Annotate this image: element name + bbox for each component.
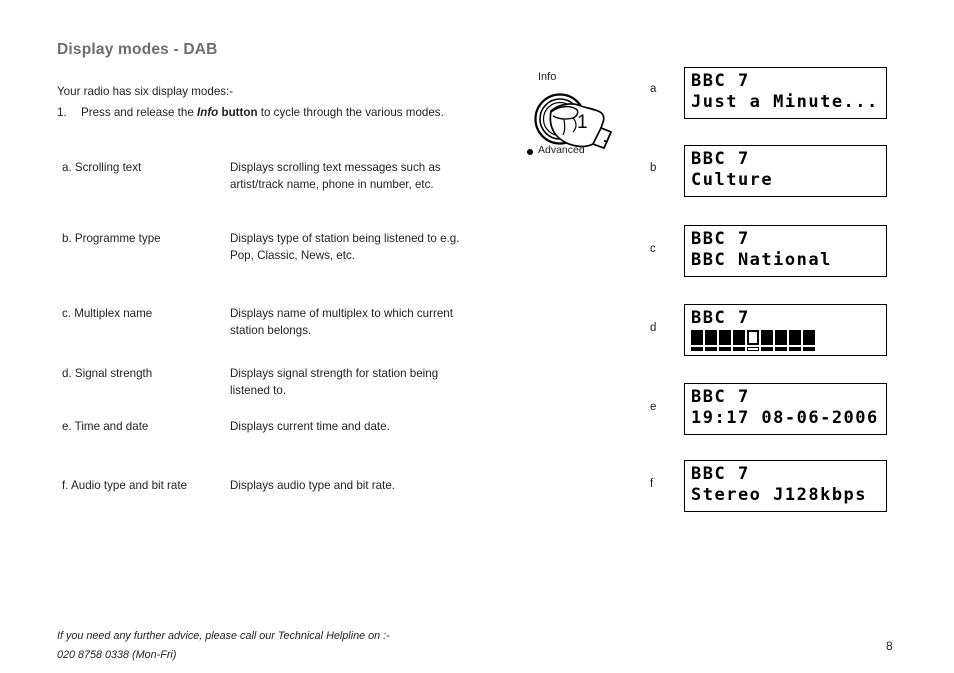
mode-description: Displays name of multiplex to which curr…	[230, 307, 453, 337]
lcd-line-content: Just a Minute...	[691, 92, 879, 112]
lcd-display-time-date: BBC 7 19:17 08-06-2006	[684, 383, 887, 435]
display-letter-d: d	[650, 322, 657, 334]
intro-lead-text: Your radio has six display modes:-	[57, 85, 234, 98]
lcd-display-programme-type: BBC 7 Culture	[684, 145, 887, 197]
step-text: Press and release the Info button to cyc…	[81, 104, 467, 121]
signal-bar-cell	[733, 330, 745, 351]
lcd-line-station: BBC 7	[691, 387, 750, 407]
mode-label: e. Time and date	[62, 420, 149, 433]
mode-label: c. Multiplex name	[62, 307, 153, 320]
signal-bar-block	[719, 330, 731, 345]
signal-bar-foot	[747, 347, 759, 351]
page-number: 8	[886, 639, 893, 653]
display-letter-c: c	[650, 243, 656, 255]
signal-bar-block	[803, 330, 815, 345]
signal-bar-cell	[789, 330, 801, 351]
lcd-line-content: Culture	[691, 170, 774, 190]
mode-label: d. Signal strength	[62, 367, 153, 380]
lcd-display-signal-strength: BBC 7	[684, 304, 887, 356]
display-letter-a: a	[650, 83, 657, 95]
lcd-display-audio-type-bitrate: BBC 7 Stereo J128kbps	[684, 460, 887, 512]
signal-bar-block	[705, 330, 717, 345]
lcd-line-station: BBC 7	[691, 308, 750, 328]
footer-line-1: If you need any further advice, please c…	[57, 630, 390, 642]
signal-bar-foot	[705, 347, 717, 351]
display-letter-f: f	[650, 478, 654, 490]
mode-label: a. Scrolling text	[62, 161, 142, 174]
lcd-line-content: 19:17 08-06-2006	[691, 408, 879, 428]
button-emphasis: button	[221, 106, 258, 119]
mode-label: b. Programme type	[62, 232, 161, 245]
signal-bar-foot	[761, 347, 773, 351]
lcd-line-station: BBC 7	[691, 149, 750, 169]
page-title: Display modes - DAB	[57, 41, 218, 58]
signal-bar-foot	[719, 347, 731, 351]
signal-bar-block	[789, 330, 801, 345]
display-letter-b: b	[650, 162, 657, 174]
lcd-line-station: BBC 7	[691, 71, 750, 91]
info-button-illustration: Info 1 Advanced	[515, 62, 635, 172]
signal-bar-foot	[733, 347, 745, 351]
signal-bar-foot	[789, 347, 801, 351]
signal-bar-foot	[803, 347, 815, 351]
mode-description: Displays signal strength for station bei…	[230, 367, 439, 397]
signal-bar-foot	[691, 347, 703, 351]
advanced-label: Advanced	[538, 144, 585, 156]
step-1-instruction: 1. Press and release the Info button to …	[57, 104, 467, 121]
advanced-bullet-icon	[527, 149, 533, 155]
lcd-display-scrolling-text: BBC 7 Just a Minute...	[684, 67, 887, 119]
footer-helpline-note: If you need any further advice, please c…	[57, 627, 390, 665]
signal-bar-cell	[719, 330, 731, 351]
lcd-line-station: BBC 7	[691, 464, 750, 484]
info-emphasis: Info	[197, 106, 219, 119]
step-number: 1.	[57, 106, 67, 119]
signal-bar-cell	[775, 330, 787, 351]
lcd-line-content: BBC National	[691, 250, 832, 270]
signal-bar-block	[691, 330, 703, 345]
signal-bar-foot	[775, 347, 787, 351]
signal-bar-block	[733, 330, 745, 345]
lcd-line-station: BBC 7	[691, 229, 750, 249]
step-text-before: Press and release the	[81, 106, 198, 119]
mode-description: Displays type of station being listened …	[230, 232, 460, 262]
lcd-line-content: Stereo J128kbps	[691, 485, 868, 505]
mode-description: Displays scrolling text messages such as…	[230, 161, 441, 191]
svg-text:1: 1	[577, 112, 588, 133]
signal-bar-block	[775, 330, 787, 345]
footer-line-2: 020 8758 0338 (Mon-Fri)	[57, 649, 177, 661]
mode-description: Displays audio type and bit rate.	[230, 479, 395, 492]
display-letter-e: e	[650, 401, 657, 413]
signal-bar-cell	[747, 330, 759, 351]
signal-bar-block	[747, 330, 759, 345]
signal-bar-cell	[803, 330, 815, 351]
step-text-after: to cycle through the various modes.	[257, 106, 444, 119]
signal-bar-cell	[691, 330, 703, 351]
signal-bar-cell	[705, 330, 717, 351]
lcd-display-multiplex-name: BBC 7 BBC National	[684, 225, 887, 277]
mode-description: Displays current time and date.	[230, 420, 390, 433]
mode-label: f. Audio type and bit rate	[62, 479, 188, 492]
signal-bar-block	[761, 330, 773, 345]
signal-bar-cell	[761, 330, 773, 351]
signal-strength-meter	[691, 330, 815, 351]
